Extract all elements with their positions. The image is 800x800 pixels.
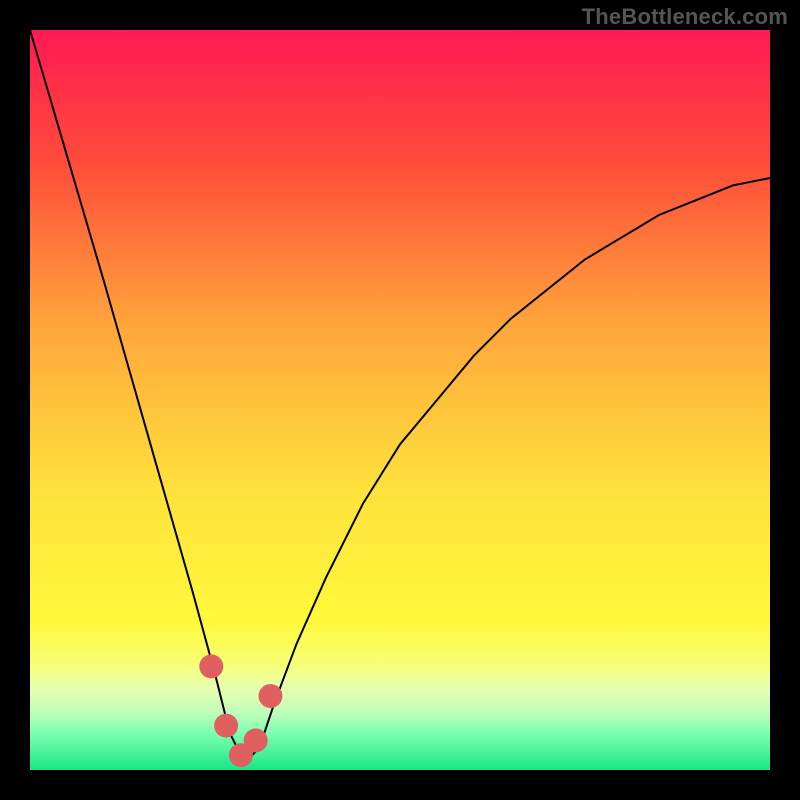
minimum-marker [199, 654, 223, 678]
watermark-text: TheBottleneck.com [582, 4, 788, 30]
plot-area [30, 30, 770, 770]
bottleneck-curve [30, 30, 770, 763]
minimum-marker [214, 714, 238, 738]
minimum-marker [244, 728, 268, 752]
outer-frame: TheBottleneck.com [0, 0, 800, 800]
curve-svg [30, 30, 770, 770]
minimum-marker [259, 684, 283, 708]
